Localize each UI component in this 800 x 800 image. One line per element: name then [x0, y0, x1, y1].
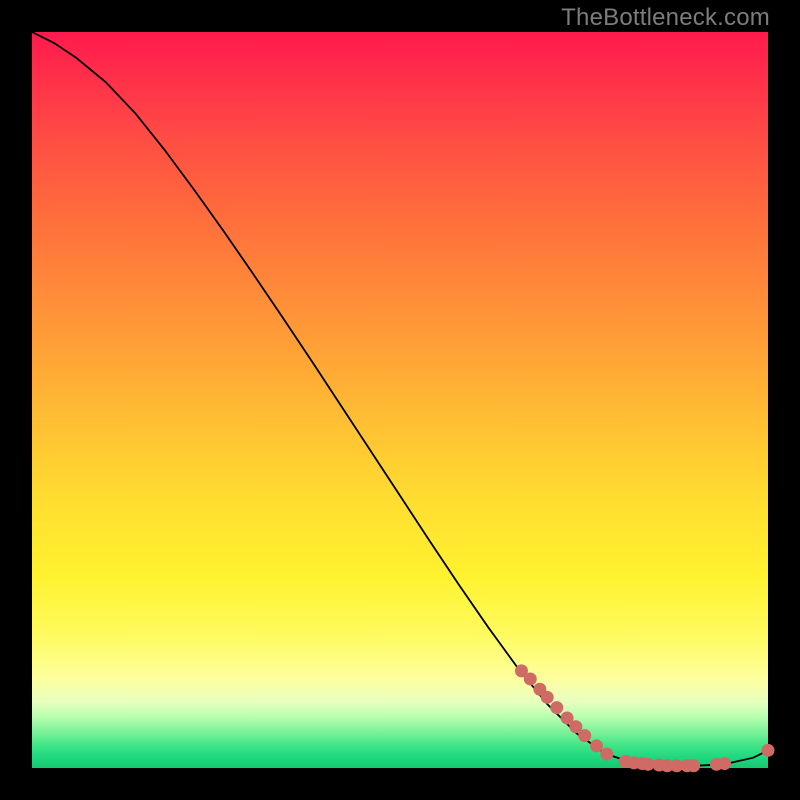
data-point — [762, 744, 775, 757]
chart-container: TheBottleneck.com — [0, 0, 800, 800]
data-point — [600, 748, 613, 761]
chart-overlay — [32, 32, 768, 768]
data-point — [578, 729, 591, 742]
data-point — [642, 758, 655, 771]
bottleneck-curve — [32, 32, 768, 766]
data-point — [524, 672, 537, 685]
data-points — [515, 664, 775, 772]
data-point — [718, 757, 731, 770]
data-point — [590, 739, 603, 752]
watermark-text: TheBottleneck.com — [561, 4, 770, 32]
data-point — [687, 759, 700, 772]
data-point — [550, 701, 563, 714]
data-point — [541, 691, 554, 704]
